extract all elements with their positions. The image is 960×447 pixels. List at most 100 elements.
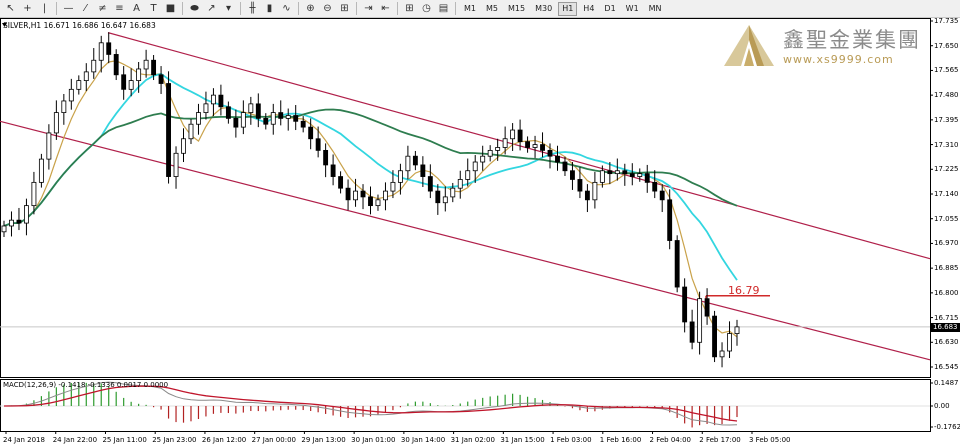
current-price-marker: 16.683 xyxy=(931,323,960,332)
time-tick-label: 31 Jan 15:00 xyxy=(500,436,545,444)
time-tick-label: 1 Feb 16:00 xyxy=(599,436,642,444)
candle-bull xyxy=(614,170,620,175)
candle-bear xyxy=(300,120,306,128)
candle-bear xyxy=(218,94,224,108)
candle-bear xyxy=(255,103,261,119)
candle-bull xyxy=(1,225,7,233)
price-tick-label: 16.545 xyxy=(934,363,959,371)
candle-bull xyxy=(472,161,478,172)
candle-bear xyxy=(667,199,673,241)
level-label: 16.79 xyxy=(728,284,760,297)
candle-bear xyxy=(712,315,717,358)
candle-bull xyxy=(270,112,276,125)
candle-bull xyxy=(390,181,396,192)
candle-bear xyxy=(16,219,22,224)
candle-bull xyxy=(487,149,493,157)
logo-url: www.xs9999.com xyxy=(783,53,894,66)
candle-bear xyxy=(517,129,523,143)
candle-bear xyxy=(158,74,164,84)
time-tick-label: 26 Jan 12:00 xyxy=(201,436,247,444)
candle-bull xyxy=(353,190,358,201)
candle-bull xyxy=(592,181,598,201)
candle-bull xyxy=(9,219,14,227)
candle-bear xyxy=(368,196,373,207)
candle-bull xyxy=(383,190,388,201)
candle-bear xyxy=(682,286,688,323)
candle-bull xyxy=(128,80,134,90)
candle-bull xyxy=(76,80,82,90)
candle-bull xyxy=(210,94,216,105)
price-tick-label: 16.800 xyxy=(934,288,959,297)
candle-bull xyxy=(450,187,456,198)
candle-bull xyxy=(188,123,194,140)
time-tick-label: 2 Feb 04:00 xyxy=(649,436,692,444)
candle-bull xyxy=(248,103,254,113)
candle-bear xyxy=(547,149,553,157)
candle-bull xyxy=(24,205,29,224)
time-tick-label: 2 Feb 17:00 xyxy=(699,436,741,444)
time-tick-label: 24 Jan 22:00 xyxy=(52,436,98,444)
candle-bull xyxy=(98,42,104,61)
broker-logo: 鑫聖金業集團 www.xs9999.com xyxy=(720,22,930,70)
candle-bear xyxy=(420,164,426,177)
candle-bull xyxy=(136,68,142,82)
candle-bull xyxy=(727,333,732,352)
candle-bull xyxy=(38,158,44,183)
candle-bull xyxy=(697,298,703,343)
candle-bull xyxy=(68,88,74,102)
candle-bear xyxy=(689,321,695,343)
macd-tick-label: 0.1487 xyxy=(934,379,959,387)
candle-bear xyxy=(308,126,314,140)
candle-bull xyxy=(405,155,411,172)
candle-bull xyxy=(203,103,209,113)
candle-bear xyxy=(584,190,590,201)
candle-bull xyxy=(719,350,725,358)
candle-bull xyxy=(397,170,403,183)
price-tick-label: 16.885 xyxy=(934,264,959,273)
candle-bear xyxy=(622,170,628,175)
candle-bear xyxy=(330,164,336,177)
candle-bull xyxy=(285,115,291,119)
candle-bear xyxy=(113,54,119,76)
candle-bull xyxy=(46,132,52,160)
candle-bear xyxy=(540,144,545,151)
time-tick-label: 24 Jan 2018 xyxy=(3,436,45,444)
time-tick-label: 25 Jan 11:00 xyxy=(102,436,147,444)
candle-bear xyxy=(121,74,127,90)
price-tick-label: 16.630 xyxy=(934,338,959,347)
price-tick-label: 16.970 xyxy=(934,239,959,248)
time-tick-label: 30 Jan 01:00 xyxy=(351,436,396,444)
price-tick-label: 17.225 xyxy=(934,165,959,174)
candle-bear xyxy=(704,298,710,317)
candle-bear xyxy=(644,173,650,183)
logo-name: 鑫聖金業集團 xyxy=(783,28,921,52)
candle-bear xyxy=(360,190,366,198)
candle-bear xyxy=(570,170,575,180)
candle-bear xyxy=(323,149,329,166)
time-tick-label: 1 Feb 03:00 xyxy=(550,436,592,444)
candle-bull xyxy=(53,112,59,134)
candle-bear xyxy=(629,173,635,177)
candle-bull xyxy=(465,170,471,180)
candle-bear xyxy=(151,59,157,76)
candle-bull xyxy=(375,199,381,207)
candle-bear xyxy=(659,190,665,201)
macd-title: MACD(12,26,9) -0.1418 -0.1336 0.0017 0.0… xyxy=(3,381,169,389)
candle-bull xyxy=(457,179,463,189)
candle-bear xyxy=(427,176,433,192)
candle-bear xyxy=(278,112,284,119)
logo-emblem-icon xyxy=(724,25,774,66)
time-tick-label: 27 Jan 00:00 xyxy=(251,436,296,444)
candle-bull xyxy=(173,152,179,177)
candle-bear xyxy=(106,42,112,55)
candle-bear xyxy=(674,240,680,288)
candle-bear xyxy=(345,187,351,201)
candle-bull xyxy=(442,196,448,204)
candle-bull xyxy=(196,112,201,125)
time-tick-label: 25 Jan 23:00 xyxy=(152,436,197,444)
candle-bull xyxy=(532,144,538,148)
candle-bull xyxy=(734,326,740,334)
channel-lower-line xyxy=(0,120,931,361)
price-tick-label: 17.055 xyxy=(934,214,959,223)
candle-bear xyxy=(225,106,231,119)
